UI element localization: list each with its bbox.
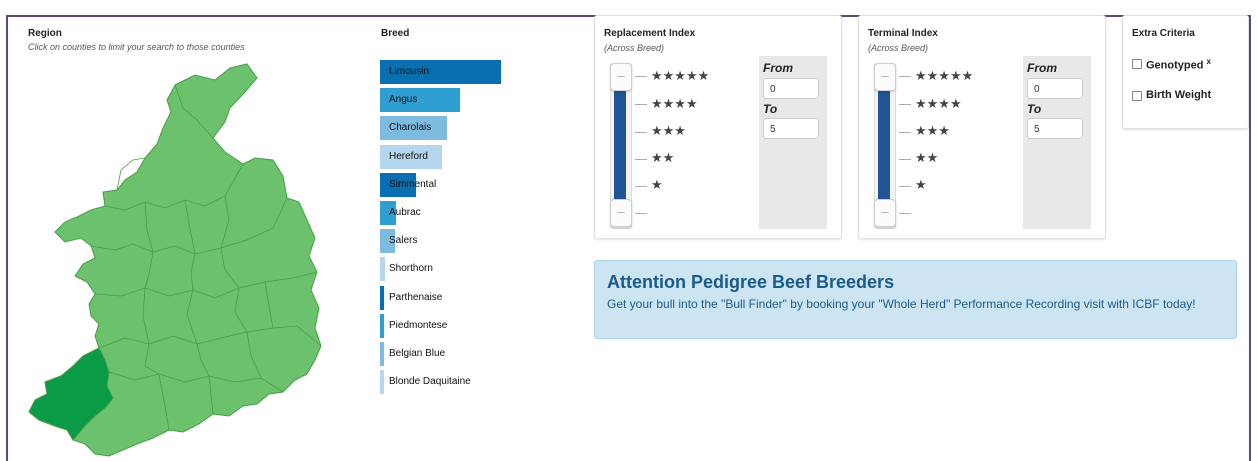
terminal-from-label: From	[1027, 61, 1057, 75]
terminal-range-box: From 0 To 5	[1023, 56, 1091, 229]
replacement-scale-ticks	[635, 68, 647, 216]
replacement-from-label: From	[763, 61, 793, 75]
breed-item[interactable]: Simmental	[380, 172, 580, 197]
replacement-stars-1: ★	[651, 177, 663, 192]
replacement-to-input[interactable]: 5	[763, 118, 819, 139]
replacement-stars-5: ★★★★★	[651, 68, 710, 83]
breed-label: Salers	[389, 235, 418, 247]
breed-label: Piedmontese	[389, 319, 448, 331]
breed-share-bar	[380, 370, 384, 395]
terminal-index-title: Terminal Index	[868, 28, 938, 39]
breed-label: Parthenaise	[389, 291, 443, 303]
replacement-to-label: To	[763, 102, 778, 116]
breed-share-bar	[380, 257, 385, 282]
breed-item[interactable]: Blonde Daquitaine	[380, 370, 580, 395]
genotyped-text: Genotyped	[1146, 59, 1204, 72]
breed-share-bar	[380, 313, 384, 338]
replacement-index-subtitle: (Across Breed)	[604, 43, 665, 53]
alert-body: Get your bull into the "Bull Finder" by …	[607, 297, 1196, 311]
attention-alert: Attention Pedigree Beef Breeders Get you…	[594, 260, 1237, 339]
terminal-slider-lower-handle[interactable]	[874, 199, 896, 227]
genotyped-info-mark[interactable]: x	[1207, 57, 1211, 66]
replacement-index-title: Replacement Index	[604, 28, 696, 39]
breed-label: Limousin	[389, 66, 430, 77]
replacement-stars-3: ★★★	[651, 123, 686, 138]
terminal-to-input[interactable]: 5	[1027, 118, 1083, 139]
terminal-stars-5: ★★★★★	[915, 68, 974, 83]
replacement-from-input[interactable]: 0	[763, 78, 819, 99]
replacement-slider-upper-handle[interactable]	[610, 63, 632, 91]
breed-share-bar	[380, 342, 384, 366]
terminal-slider-upper-handle[interactable]	[874, 63, 896, 91]
terminal-stars-4: ★★★★	[915, 96, 962, 111]
breed-item[interactable]: Limousin	[380, 60, 580, 84]
breed-label: Belgian Blue	[389, 348, 446, 359]
terminal-stars-2: ★★	[915, 150, 939, 165]
replacement-slider-lower-handle[interactable]	[610, 199, 632, 227]
replacement-range-box: From 0 To 5	[759, 56, 827, 229]
terminal-from-input[interactable]: 0	[1027, 78, 1083, 99]
birth-weight-checkbox[interactable]	[1132, 91, 1142, 101]
terminal-to-label: To	[1027, 102, 1042, 116]
ireland-county-map[interactable]	[25, 60, 325, 460]
region-subtitle: Click on counties to limit your search t…	[28, 42, 245, 52]
alert-title: Attention Pedigree Beef Breeders	[607, 272, 895, 292]
terminal-scale-ticks	[899, 68, 911, 216]
terminal-stars-1: ★	[915, 177, 927, 192]
region-title: Region	[28, 28, 62, 39]
breed-title: Breed	[381, 28, 410, 39]
breed-label: Aubrac	[389, 207, 421, 218]
breed-label: Angus	[389, 94, 418, 106]
replacement-slider-range	[614, 90, 626, 202]
breed-item[interactable]: Angus	[380, 88, 580, 113]
breed-item[interactable]: Piedmontese	[380, 313, 580, 338]
breed-item[interactable]: Shorthorn	[380, 257, 580, 282]
breed-item[interactable]: Aubrac	[380, 201, 580, 225]
extra-criteria-title: Extra Criteria	[1132, 28, 1195, 39]
breed-item[interactable]: Hereford	[380, 144, 580, 169]
birth-weight-label[interactable]: Birth Weight	[1146, 89, 1211, 101]
terminal-index-subtitle: (Across Breed)	[868, 43, 929, 53]
replacement-index-panel: Replacement Index (Across Breed) ★★★★★ ★…	[594, 15, 842, 239]
terminal-stars-3: ★★★	[915, 123, 950, 138]
breed-label: Charolais	[389, 122, 432, 134]
replacement-stars-2: ★★	[651, 150, 675, 165]
breed-label: Shorthorn	[389, 263, 433, 275]
breed-item[interactable]: Salers	[380, 229, 580, 254]
breed-item[interactable]: Parthenaise	[380, 285, 580, 310]
breed-item[interactable]: Belgian Blue	[380, 342, 580, 366]
genotyped-label[interactable]: Genotyped x	[1146, 57, 1211, 72]
breed-label: Simmental	[389, 178, 437, 190]
replacement-stars-4: ★★★★	[651, 96, 698, 111]
extra-criteria-panel: Extra Criteria Genotyped x Birth Weight	[1122, 15, 1249, 129]
genotyped-checkbox[interactable]	[1132, 59, 1142, 69]
terminal-index-panel: Terminal Index (Across Breed) ★★★★★ ★★★★…	[858, 15, 1106, 239]
breed-label: Blonde Daquitaine	[389, 376, 471, 388]
terminal-slider-range	[878, 90, 890, 202]
breed-share-bar	[380, 285, 384, 310]
breed-item[interactable]: Charolais	[380, 116, 580, 141]
breed-label: Hereford	[389, 150, 428, 162]
